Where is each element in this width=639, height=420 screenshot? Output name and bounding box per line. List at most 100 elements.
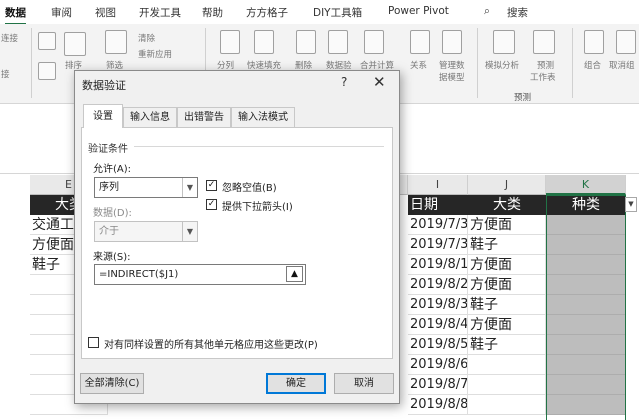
sort-za-icon[interactable] bbox=[38, 62, 56, 80]
table-cell[interactable]: 2019/8/1 bbox=[408, 255, 468, 275]
relationships-icon[interactable] bbox=[410, 30, 430, 54]
collapse-dialog-icon[interactable]: ▲ bbox=[286, 266, 303, 282]
group-separator bbox=[477, 28, 478, 98]
table-cell[interactable]: 2019/8/5 bbox=[408, 335, 468, 355]
header-cell-j[interactable]: 大类 bbox=[468, 195, 546, 215]
filter-icon[interactable] bbox=[105, 30, 127, 54]
forecast-sheet-icon[interactable] bbox=[533, 30, 555, 54]
tab-diy[interactable]: DIY工具箱 bbox=[313, 5, 362, 20]
table-cell[interactable]: 2019/8/6 bbox=[408, 355, 468, 375]
connections-label[interactable]: 连接 bbox=[1, 32, 18, 44]
tab-fangfang[interactable]: 方方格子 bbox=[246, 5, 288, 20]
chevron-down-icon: ▼ bbox=[182, 178, 197, 197]
flash-fill-icon[interactable] bbox=[254, 30, 274, 54]
tab-developer[interactable]: 开发工具 bbox=[139, 5, 181, 20]
apply-all-checkbox[interactable] bbox=[88, 337, 99, 348]
ungroup-icon[interactable] bbox=[616, 30, 636, 54]
table-cell[interactable]: 2019/8/4 bbox=[408, 315, 468, 335]
source-value: =INDIRECT($J1) bbox=[99, 269, 179, 280]
group-separator bbox=[572, 28, 573, 98]
cell-dropdown-arrow[interactable]: ▼ bbox=[625, 197, 637, 212]
tab-power-pivot[interactable]: Power Pivot bbox=[388, 5, 449, 17]
source-label: 来源(S): bbox=[93, 252, 131, 263]
forecast-group-label: 预测 bbox=[514, 93, 532, 103]
tab-search[interactable]: 搜索 bbox=[507, 5, 528, 20]
consolidate-icon[interactable] bbox=[364, 30, 384, 54]
data-label: 数据(D): bbox=[93, 208, 132, 219]
column-header-j[interactable]: J bbox=[468, 175, 546, 195]
table-cell[interactable]: 2019/8/7 bbox=[408, 375, 468, 395]
chevron-down-icon: ▼ bbox=[182, 222, 197, 241]
settings-panel: 验证条件 允许(A): 序列 ▼ ✓ 忽略空值(B) ✓ 提供下拉箭头(I) 数… bbox=[81, 127, 393, 359]
header-cell-i[interactable]: 日期 bbox=[408, 195, 468, 215]
tab-help[interactable]: 帮助 bbox=[202, 5, 223, 20]
sort-icon[interactable] bbox=[64, 32, 86, 56]
table-cell[interactable]: 2019/7/30 bbox=[408, 215, 468, 235]
sort-az-icon[interactable] bbox=[38, 32, 56, 50]
tab-error-alert[interactable]: 出错警告 bbox=[177, 107, 231, 127]
table-cell[interactable] bbox=[468, 355, 546, 375]
manage-data-model-label[interactable]: 管理数 bbox=[439, 59, 465, 71]
cancel-button[interactable]: 取消 bbox=[334, 373, 394, 394]
clear-filter-label[interactable]: 清除 bbox=[138, 32, 155, 44]
tab-data[interactable]: 数据 bbox=[5, 5, 26, 25]
forecast-sheet-label: 工作表 bbox=[530, 73, 556, 83]
search-icon[interactable]: ⌕ bbox=[484, 5, 490, 18]
table-cell[interactable]: 鞋子 bbox=[468, 295, 546, 315]
table-cell[interactable] bbox=[468, 375, 546, 395]
reapply-filter-label[interactable]: 重新应用 bbox=[138, 48, 172, 60]
table-cell[interactable]: 方便面 bbox=[468, 275, 546, 295]
ignore-blank-label[interactable]: 忽略空值(B) bbox=[222, 179, 277, 194]
text-to-columns-icon[interactable] bbox=[220, 30, 240, 54]
table-cell[interactable]: 2019/7/31 bbox=[408, 235, 468, 255]
table-cell[interactable]: 鞋子 bbox=[468, 335, 546, 355]
what-if-icon[interactable] bbox=[493, 30, 515, 54]
dialog-title: 数据验证 bbox=[82, 79, 126, 92]
table-cell[interactable] bbox=[468, 395, 546, 415]
ignore-blank-checkbox[interactable]: ✓ bbox=[206, 180, 217, 191]
data-value: 介于 bbox=[99, 226, 119, 237]
column-header-k[interactable]: K bbox=[546, 175, 626, 195]
table-cell[interactable]: 2019/8/8 bbox=[408, 395, 468, 415]
table-cell[interactable]: 方便面 bbox=[468, 215, 546, 235]
ribbon-tab-bar: 数据 审阅 视图 开发工具 帮助 方方格子 DIY工具箱 Power Pivot… bbox=[0, 0, 639, 25]
allow-label: 允许(A): bbox=[93, 164, 132, 175]
dropdown-arrow-label[interactable]: 提供下拉箭头(I) bbox=[222, 198, 293, 213]
tab-settings[interactable]: 设置 bbox=[83, 104, 123, 128]
manage-data-model-label-2: 据模型 bbox=[439, 73, 465, 83]
table-cell[interactable]: 方便面 bbox=[468, 315, 546, 335]
table-cell[interactable]: 鞋子 bbox=[468, 235, 546, 255]
allow-select[interactable]: 序列 ▼ bbox=[94, 177, 198, 198]
data-select[interactable]: 介于 ▼ bbox=[94, 221, 198, 242]
tab-review[interactable]: 审阅 bbox=[51, 5, 72, 20]
source-input[interactable]: =INDIRECT($J1) ▲ bbox=[94, 264, 306, 285]
relationships-label[interactable]: 关系 bbox=[410, 59, 427, 71]
section-title: 验证条件 bbox=[88, 144, 128, 155]
help-button[interactable]: ? bbox=[341, 75, 347, 89]
group-icon[interactable] bbox=[584, 30, 604, 54]
allow-value: 序列 bbox=[99, 182, 119, 193]
ok-button[interactable]: 确定 bbox=[266, 373, 326, 394]
table-cell[interactable]: 方便面 bbox=[468, 255, 546, 275]
ungroup-label[interactable]: 取消组 bbox=[609, 59, 635, 71]
connections-label-2: 接 bbox=[1, 70, 10, 80]
dropdown-arrow-checkbox[interactable]: ✓ bbox=[206, 199, 217, 210]
data-validation-icon[interactable] bbox=[328, 30, 348, 54]
tab-input-message[interactable]: 输入信息 bbox=[123, 107, 177, 127]
section-divider bbox=[134, 146, 384, 147]
remove-duplicates-icon[interactable] bbox=[296, 30, 316, 54]
tab-view[interactable]: 视图 bbox=[95, 5, 116, 20]
apply-all-label[interactable]: 对有同样设置的所有其他单元格应用这些更改(P) bbox=[104, 336, 318, 351]
tab-ime-mode[interactable]: 输入法模式 bbox=[231, 107, 295, 127]
column-header-i[interactable]: I bbox=[408, 175, 468, 195]
table-cell[interactable]: 2019/8/2 bbox=[408, 275, 468, 295]
manage-data-model-icon[interactable] bbox=[442, 30, 462, 54]
what-if-label[interactable]: 模拟分析 bbox=[485, 59, 519, 71]
clear-all-button[interactable]: 全部清除(C) bbox=[80, 373, 144, 394]
selection-border bbox=[546, 195, 626, 420]
group-label[interactable]: 组合 bbox=[584, 59, 601, 71]
forecast-label[interactable]: 预测 bbox=[537, 59, 554, 71]
close-button[interactable]: ✕ bbox=[373, 73, 386, 91]
table-cell[interactable]: 2019/8/3 bbox=[408, 295, 468, 315]
data-validation-dialog: 数据验证 ? ✕ 设置 输入信息 出错警告 输入法模式 验证条件 允许(A): … bbox=[74, 70, 400, 404]
